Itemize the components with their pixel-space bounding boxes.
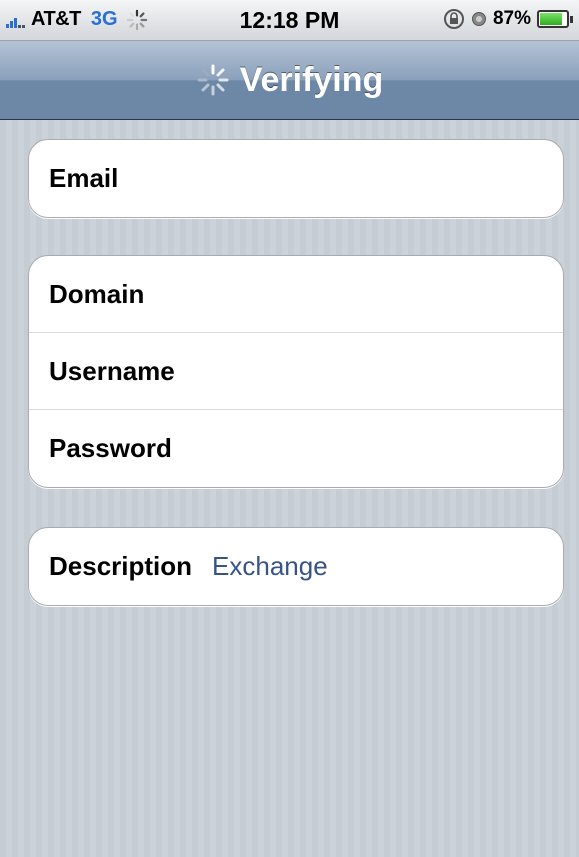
status-left: AT&T 3G [6,8,148,31]
domain-label: Domain [49,278,145,309]
nav-title-wrap: Verifying [196,60,384,100]
network-type-label: 3G [90,8,118,30]
password-field[interactable]: Password [29,410,563,487]
spinner-icon [197,64,229,96]
email-group: Email [28,139,564,218]
credentials-group: Domain Username Password [28,255,564,488]
description-value: Exchange [212,551,328,581]
email-field[interactable]: Email [29,140,563,217]
battery-icon [537,10,573,28]
domain-field[interactable]: Domain [29,256,563,333]
description-field[interactable]: Description Exchange [29,528,563,605]
nav-title: Verifying [239,60,384,99]
status-right: 87% [443,8,573,30]
battery-percent: 87% [492,8,531,29]
password-label: Password [49,433,172,463]
description-label: Description [49,551,193,581]
username-label: Username [49,355,175,386]
status-bar: AT&T 3G 12:18 PM 87% [0,0,579,41]
carrier-label: AT&T [31,8,81,30]
email-label: Email [49,163,119,193]
orientation-lock-icon [443,9,464,29]
username-field[interactable]: Username [29,333,563,410]
alarm-icon [471,12,486,26]
navigation-bar: Verifying [0,41,579,120]
network-activity-icon [126,9,147,30]
description-group: Description Exchange [28,527,564,606]
screen: AT&T 3G 12:18 PM 87% Verifying Email Dom… [0,0,579,857]
signal-icon [6,12,25,28]
